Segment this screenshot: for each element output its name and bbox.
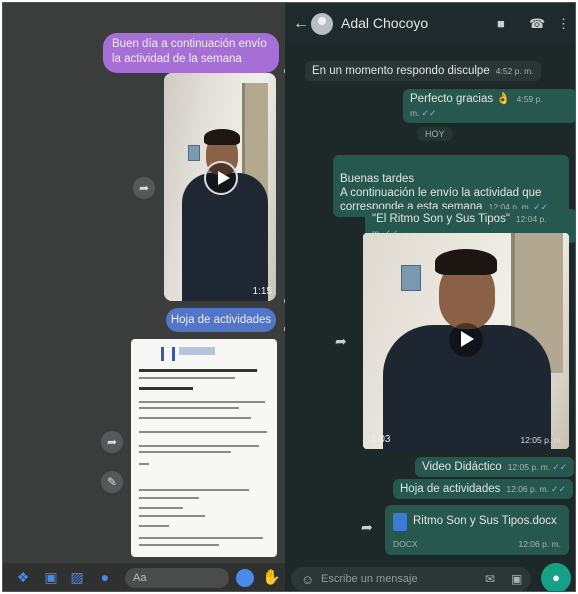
message-time: 12:05 p. m.	[507, 462, 551, 472]
share-icon[interactable]: ➦	[101, 431, 123, 453]
read-check-icon: ✓✓	[550, 484, 566, 494]
share-icon[interactable]: ➦	[133, 177, 155, 199]
message-outgoing[interactable]: Video Didáctico 12:05 p. m. ✓✓	[415, 457, 575, 477]
apps-icon[interactable]: ❖	[15, 569, 31, 585]
emoji-icon[interactable]	[236, 569, 254, 587]
doc-line	[139, 537, 263, 539]
message-outgoing[interactable]: Hoja de actividades 12:06 p. m. ✓✓	[393, 479, 573, 499]
document-logo-text	[179, 347, 215, 355]
whatsapp-chat-panel: ← Adal Chocoyo ■ ☎ ⋮ En un momento respo…	[285, 3, 575, 591]
pen-icon[interactable]: ✎	[101, 471, 123, 493]
message-text: Video Didáctico	[422, 461, 502, 473]
doc-line	[139, 369, 257, 372]
image-icon[interactable]: ▨	[69, 569, 85, 585]
video-call-icon[interactable]: ■	[497, 16, 505, 31]
message-text: "El Ritmo Son y Sus Tipos"	[372, 213, 510, 225]
video-message[interactable]: 1:03 12:05 p. m.	[363, 233, 569, 449]
doc-line	[139, 525, 169, 527]
document-preview[interactable]	[131, 339, 277, 557]
doc-line	[139, 515, 205, 517]
message-text: Perfecto gracias 👌	[410, 93, 511, 105]
message-time: 12:06 p. m.	[506, 484, 549, 494]
phone-icon[interactable]: ☎	[529, 16, 545, 32]
forward-icon[interactable]: ➦	[361, 519, 373, 536]
video-duration: 1:15	[252, 286, 272, 297]
message-incoming[interactable]: En un momento respondo disculpe 4:52 p. m…	[305, 61, 541, 81]
doc-line	[139, 387, 193, 390]
doc-line	[139, 431, 267, 433]
message-text: Hoja de actividades	[400, 483, 501, 495]
document-logo	[161, 347, 175, 361]
doc-line	[139, 445, 259, 447]
avatar[interactable]	[311, 13, 333, 35]
play-icon[interactable]	[204, 161, 238, 195]
messenger-chat-panel: Buen día a continuación envío la activid…	[3, 3, 285, 591]
read-check-icon: ✓✓	[552, 462, 568, 472]
doc-line	[139, 401, 265, 403]
message-outgoing[interactable]: Perfecto gracias 👌 4:59 p. m. ✓✓	[403, 89, 575, 123]
document-extension: DOCX	[393, 539, 418, 549]
day-divider: HOY	[417, 127, 453, 141]
message-time: 4:52 p. m.	[495, 66, 534, 76]
attach-icon[interactable]: ✉	[485, 572, 495, 586]
message-bubble-blue[interactable]: Hoja de actividades	[166, 308, 276, 332]
doc-line	[139, 507, 183, 509]
video-person-hair	[204, 129, 240, 145]
doc-line	[139, 417, 251, 419]
video-person-hair	[435, 249, 497, 275]
doc-line	[139, 489, 249, 491]
forward-icon[interactable]: ➦	[335, 333, 347, 350]
play-icon[interactable]	[449, 323, 483, 357]
video-attachment[interactable]: 1:15	[164, 73, 276, 301]
message-time: 12:05 p. m.	[520, 435, 563, 445]
doc-line	[139, 377, 235, 379]
mic-icon[interactable]: ●	[97, 569, 113, 585]
document-name: Ritmo Son y Sus Tipos.docx	[413, 515, 557, 527]
read-check-icon: ✓✓	[421, 108, 437, 118]
screenshot-frame: Buen día a continuación envío la activid…	[2, 2, 576, 592]
back-arrow-icon[interactable]: ←	[293, 15, 309, 33]
contact-name[interactable]: Adal Chocoyo	[341, 15, 428, 31]
more-options-icon[interactable]: ⋮	[557, 16, 570, 32]
doc-line	[139, 451, 231, 453]
message-text: En un momento respondo disculpe	[312, 65, 490, 77]
word-document-icon	[393, 513, 407, 531]
document-message[interactable]: Ritmo Son y Sus Tipos.docx DOCX 12:06 p.…	[385, 505, 569, 555]
video-wall-art	[401, 265, 421, 291]
message-input-placeholder: Escribe un mensaje	[321, 573, 418, 585]
message-time: 12:06 p. m.	[518, 539, 561, 549]
doc-line	[139, 544, 219, 546]
video-duration: 1:03	[371, 434, 391, 445]
doc-line	[139, 463, 149, 465]
doc-line	[139, 407, 239, 409]
message-input[interactable]: Aa	[125, 568, 229, 588]
emoji-icon[interactable]: ☺	[301, 572, 314, 587]
camera-icon[interactable]: ▣	[511, 572, 522, 586]
mic-icon[interactable]: ●	[541, 563, 571, 591]
message-outgoing[interactable]: Buenas tardes A continuación le envío la…	[333, 155, 569, 217]
like-icon[interactable]: ✋	[262, 569, 281, 587]
video-wall-art	[188, 145, 200, 161]
message-bubble-purple[interactable]: Buen día a continuación envío la activid…	[103, 33, 279, 73]
doc-line	[139, 497, 199, 499]
chat-header: ← Adal Chocoyo ■ ☎ ⋮	[285, 3, 575, 45]
camera-icon[interactable]: ▣	[43, 569, 59, 585]
